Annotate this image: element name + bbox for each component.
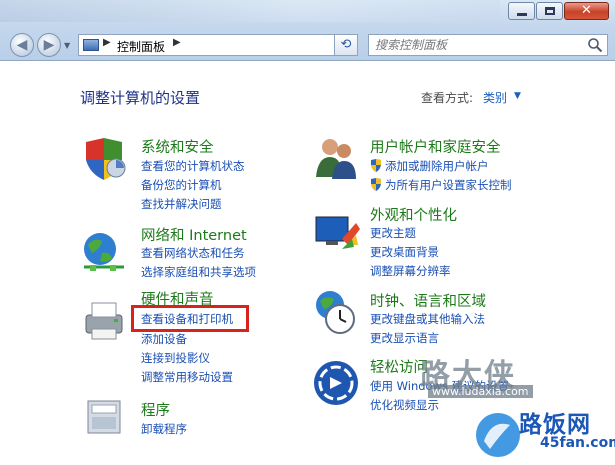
address-bar[interactable]: ▶ 控制面板 ▶ ▼ — [78, 34, 355, 56]
maximize-icon — [545, 7, 555, 15]
shield-security-icon[interactable] — [80, 136, 128, 184]
link-screen-resolution[interactable]: 调整屏幕分辨率 — [370, 263, 451, 279]
link-uninstall-program[interactable]: 卸载程序 — [141, 421, 187, 437]
content-area: 调整计算机的设置 查看方式: 类别 ▼ 系统和安全 查看您的计算机状态 备份您的… — [0, 61, 615, 465]
control-panel-icon — [83, 39, 99, 51]
back-button[interactable]: ◀ — [10, 33, 34, 57]
caption-buttons: ✕ — [507, 2, 609, 20]
link-change-background[interactable]: 更改桌面背景 — [370, 244, 439, 260]
window-chrome: ✕ ◀ ▶ ▼ ▶ 控制面板 ▶ ▼ ⟲ — [0, 0, 615, 61]
title-bar — [0, 0, 500, 22]
highlight-box — [131, 305, 249, 332]
category-title-network-internet[interactable]: 网络和 Internet — [141, 224, 247, 245]
link-homegroup-sharing[interactable]: 选择家庭组和共享选项 — [141, 264, 256, 280]
view-by-dropdown[interactable]: 类别 — [483, 89, 507, 106]
search-box[interactable] — [368, 34, 608, 56]
clock-globe-icon[interactable] — [312, 289, 360, 337]
maximize-button[interactable] — [536, 2, 563, 20]
link-troubleshoot[interactable]: 查找并解决问题 — [141, 196, 222, 212]
uac-shield-icon — [371, 178, 381, 191]
close-icon: ✕ — [581, 3, 592, 18]
link-parental-controls[interactable]: 为所有用户设置家长控制 — [370, 177, 512, 193]
category-title-appearance[interactable]: 外观和个性化 — [370, 204, 457, 225]
link-connect-projector[interactable]: 连接到投影仪 — [141, 350, 210, 366]
arrow-left-icon: ◀ — [16, 37, 28, 53]
watermark-lufan-url: 45fan.com — [540, 435, 615, 451]
printer-icon[interactable] — [80, 297, 128, 345]
minimize-icon — [517, 13, 527, 16]
refresh-icon: ⟲ — [340, 37, 352, 52]
watermark-ludaxia-url: www.ludaxia.com — [428, 385, 533, 398]
programs-icon[interactable] — [80, 391, 128, 439]
category-title-clock-language[interactable]: 时钟、语言和区域 — [370, 290, 486, 311]
breadcrumb-chevron-icon[interactable]: ▶ — [173, 37, 181, 48]
view-by-label: 查看方式: — [421, 91, 474, 105]
search-input[interactable] — [375, 37, 575, 53]
page-title: 调整计算机的设置 — [80, 89, 201, 107]
navigation-bar: ◀ ▶ ▼ ▶ 控制面板 ▶ ▼ ⟲ — [0, 30, 615, 60]
link-view-computer-status[interactable]: 查看您的计算机状态 — [141, 158, 245, 174]
network-globe-icon[interactable] — [80, 227, 128, 275]
close-button[interactable]: ✕ — [564, 2, 609, 20]
link-backup-computer[interactable]: 备份您的计算机 — [141, 177, 222, 193]
category-title-system-security[interactable]: 系统和安全 — [141, 136, 214, 157]
search-icon[interactable] — [587, 37, 603, 53]
watermark-lufan: 路饭网 — [519, 412, 591, 438]
link-mobility-settings[interactable]: 调整常用移动设置 — [141, 369, 233, 385]
link-optimize-display[interactable]: 优化视频显示 — [370, 397, 439, 413]
uac-shield-icon — [371, 159, 381, 172]
breadcrumb-control-panel[interactable]: 控制面板 — [117, 38, 165, 55]
link-network-status[interactable]: 查看网络状态和任务 — [141, 245, 245, 261]
ease-of-access-icon[interactable] — [312, 359, 360, 407]
link-add-remove-accounts[interactable]: 添加或删除用户帐户 — [370, 158, 489, 174]
category-title-user-accounts[interactable]: 用户帐户和家庭安全 — [370, 136, 501, 157]
link-add-device[interactable]: 添加设备 — [141, 331, 187, 347]
link-change-theme[interactable]: 更改主题 — [370, 225, 416, 241]
link-label[interactable]: 为所有用户设置家长控制 — [385, 178, 512, 192]
users-icon[interactable] — [312, 133, 360, 181]
link-label[interactable]: 添加或删除用户帐户 — [385, 159, 489, 173]
refresh-button[interactable]: ⟲ — [334, 34, 358, 56]
link-change-input-method[interactable]: 更改键盘或其他输入法 — [370, 311, 485, 327]
category-title-programs[interactable]: 程序 — [141, 399, 170, 420]
breadcrumb-chevron-icon[interactable]: ▶ — [103, 37, 111, 48]
monitor-paint-icon[interactable] — [312, 209, 360, 257]
link-change-display-language[interactable]: 更改显示语言 — [370, 330, 439, 346]
forward-button[interactable]: ▶ — [37, 33, 61, 57]
arrow-right-icon: ▶ — [43, 37, 55, 53]
chevron-down-icon[interactable]: ▼ — [514, 91, 521, 101]
minimize-button[interactable] — [508, 2, 535, 20]
recent-pages-dropdown[interactable]: ▼ — [64, 41, 70, 50]
